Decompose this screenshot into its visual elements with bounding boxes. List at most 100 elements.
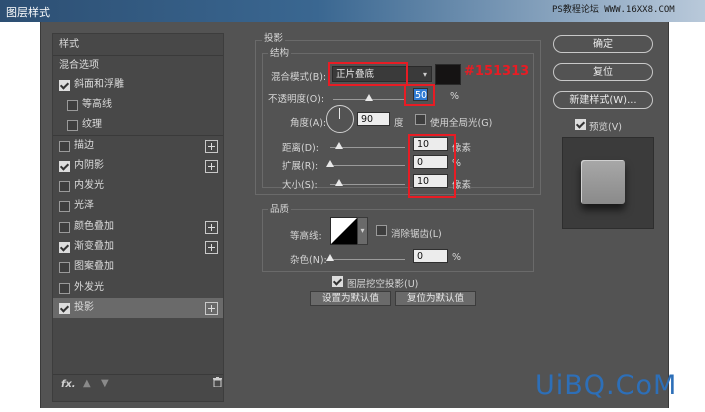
opacity-slider-thumb[interactable] <box>365 94 373 101</box>
opacity-unit: % <box>450 91 460 102</box>
sidebar-item-label: 样式 <box>59 39 79 50</box>
preview-label: 预览(V) <box>589 122 622 133</box>
checkbox[interactable] <box>59 201 70 212</box>
reset-button[interactable]: 复位 <box>553 63 653 81</box>
fx-icon[interactable]: fx. <box>61 379 76 390</box>
angle-label: 角度(A): <box>290 118 327 129</box>
sidebar-item-stroke[interactable]: 描边 <box>53 136 223 156</box>
swatch-fill <box>436 65 460 84</box>
spread-slider-track[interactable] <box>330 165 405 166</box>
chevron-down-icon[interactable]: ▾ <box>357 217 368 245</box>
add-icon[interactable] <box>205 241 218 254</box>
style-preview <box>562 137 654 229</box>
angle-unit: 度 <box>394 118 404 129</box>
sidebar-item-label: 颜色叠加 <box>74 221 114 232</box>
checkbox[interactable] <box>59 141 70 152</box>
trash-icon[interactable] <box>213 377 222 388</box>
window-title: 图层样式 <box>6 6 50 19</box>
checkbox[interactable] <box>59 242 70 253</box>
sidebar-item-outer-glow[interactable]: 外发光 <box>53 278 223 298</box>
checkbox[interactable] <box>59 161 70 172</box>
sidebar-item-label: 投影 <box>74 302 94 313</box>
color-annotation: #151313 <box>464 64 530 79</box>
preview-checkbox[interactable] <box>575 119 586 130</box>
noise-slider-track[interactable] <box>330 259 405 260</box>
size-label: 大小(S): <box>282 180 318 191</box>
sidebar-item-label: 渐变叠加 <box>74 241 114 252</box>
quality-title: 品质 <box>268 201 292 215</box>
sidebar-item-label: 纹理 <box>82 119 102 130</box>
sidebar-item-satin[interactable]: 光泽 <box>53 196 223 216</box>
antialias-label: 消除锯齿(L) <box>391 229 442 240</box>
checkbox[interactable] <box>59 80 70 91</box>
sidebar-item-bevel-emboss[interactable]: 斜面和浮雕 <box>53 75 223 95</box>
noise-input[interactable]: 0 <box>413 249 448 263</box>
sidebar-item-styles[interactable]: 样式 <box>53 35 223 55</box>
spread-slider-thumb[interactable] <box>326 160 334 167</box>
distance-slider-thumb[interactable] <box>335 142 343 149</box>
antialias-checkbox[interactable] <box>376 225 387 236</box>
add-icon[interactable] <box>205 140 218 153</box>
global-light-checkbox[interactable] <box>415 114 426 125</box>
sidebar-item-label: 描边 <box>74 140 94 151</box>
set-default-button[interactable]: 设置为默认值 <box>310 291 391 306</box>
add-icon[interactable] <box>205 221 218 234</box>
sidebar-item-gradient-overlay[interactable]: 渐变叠加 <box>53 237 223 257</box>
noise-label: 杂色(N): <box>290 255 327 266</box>
noise-slider-thumb[interactable] <box>326 254 334 261</box>
noise-unit: % <box>452 252 462 263</box>
sidebar-item-drop-shadow[interactable]: 投影 <box>53 298 223 318</box>
arrow-down-icon[interactable]: ▼ <box>101 378 109 389</box>
section-title: 投影 <box>262 30 286 44</box>
add-icon[interactable] <box>205 160 218 173</box>
blend-mode-label: 混合模式(B): <box>271 72 327 83</box>
checkbox[interactable] <box>67 100 78 111</box>
checkbox[interactable] <box>59 222 70 233</box>
watermark-bottom: UiBQ.CoM <box>535 370 678 401</box>
structure-title: 结构 <box>268 45 292 59</box>
size-slider-thumb[interactable] <box>335 179 343 186</box>
angle-dial-needle <box>339 108 340 119</box>
checkbox[interactable] <box>59 262 70 273</box>
reset-default-button[interactable]: 复位为默认值 <box>395 291 476 306</box>
sidebar-item-label: 外发光 <box>74 282 104 293</box>
checkbox[interactable] <box>59 303 70 314</box>
contour-preview[interactable] <box>330 217 358 245</box>
checkbox[interactable] <box>59 283 70 294</box>
highlight-box <box>404 84 435 106</box>
add-icon[interactable] <box>205 302 218 315</box>
sidebar-item-label: 内发光 <box>74 180 104 191</box>
knockout-label: 图层挖空投影(U) <box>347 279 419 290</box>
sidebar-item-label: 等高线 <box>82 99 112 110</box>
global-light-label: 使用全局光(G) <box>430 118 493 129</box>
checkbox[interactable] <box>67 120 78 131</box>
sidebar-item-inner-glow[interactable]: 内发光 <box>53 176 223 196</box>
sidebar-item-texture[interactable]: 纹理 <box>53 115 223 135</box>
sidebar-item-pattern-overlay[interactable]: 图案叠加 <box>53 257 223 277</box>
sidebar-item-contour[interactable]: 等高线 <box>53 95 223 115</box>
chevron-down-icon: ▾ <box>422 70 427 79</box>
sidebar-item-inner-shadow[interactable]: 内阴影 <box>53 156 223 176</box>
sidebar-item-label: 混合选项 <box>59 60 99 71</box>
ok-button[interactable]: 确定 <box>553 35 653 53</box>
angle-dial[interactable] <box>326 105 354 133</box>
new-style-button[interactable]: 新建样式(W)... <box>553 91 653 109</box>
knockout-checkbox[interactable] <box>332 276 343 287</box>
shadow-color-swatch[interactable] <box>435 64 461 85</box>
arrow-up-icon[interactable]: ▲ <box>83 378 91 389</box>
contour-curve-icon <box>331 218 357 244</box>
divider <box>53 374 223 375</box>
sidebar-item-color-overlay[interactable]: 颜色叠加 <box>53 217 223 237</box>
sidebar-item-label: 图案叠加 <box>74 261 114 272</box>
angle-input[interactable]: 90 <box>357 112 390 126</box>
highlight-box <box>408 134 456 198</box>
opacity-label: 不透明度(O): <box>268 94 325 105</box>
watermark-top: PS教程论坛 WWW.16XX8.COM <box>552 5 675 15</box>
sidebar-item-label: 斜面和浮雕 <box>74 79 124 90</box>
checkbox[interactable] <box>59 181 70 192</box>
sidebar-item-blending-options[interactable]: 混合选项 <box>53 56 223 76</box>
sidebar-item-label: 内阴影 <box>74 160 104 171</box>
spread-label: 扩展(R): <box>282 161 319 172</box>
preview-swatch <box>581 160 625 204</box>
sidebar-item-label: 光泽 <box>74 200 94 211</box>
